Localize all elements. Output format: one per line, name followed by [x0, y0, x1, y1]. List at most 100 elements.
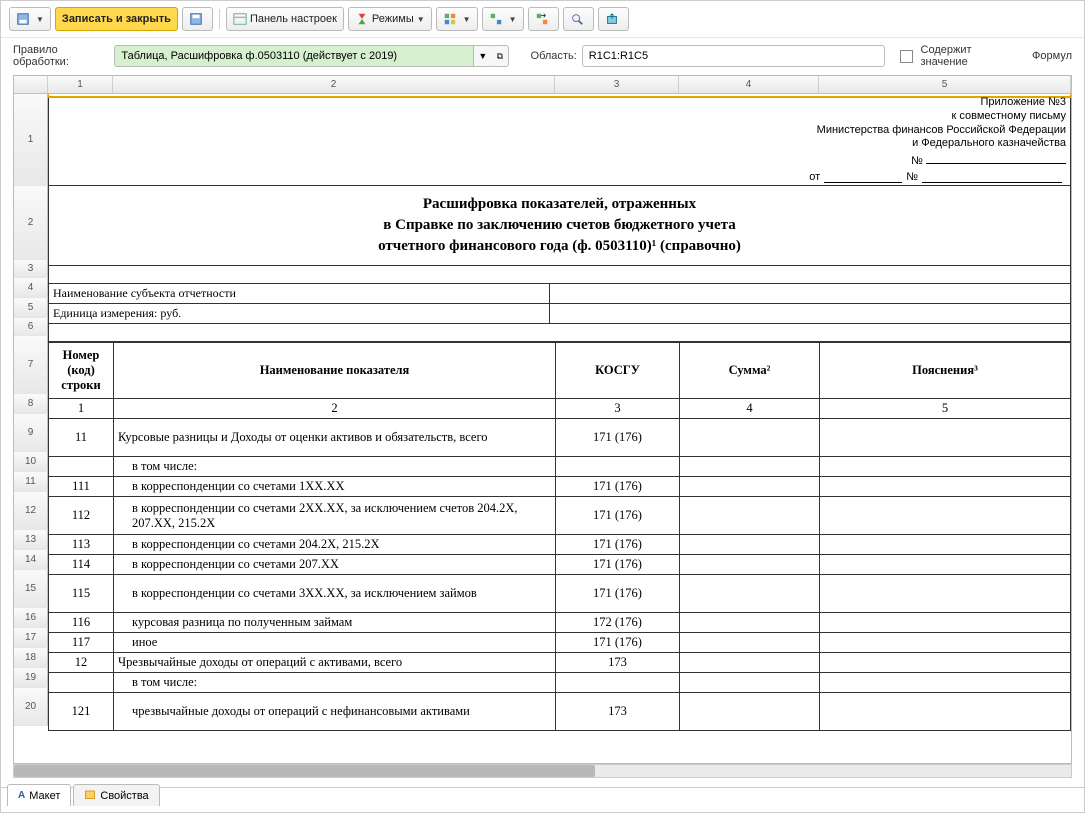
cell-kosgu[interactable]: 173 [556, 653, 680, 673]
cell-name[interactable]: Чрезвычайные доходы от операций с актива… [114, 653, 556, 673]
cell-sum[interactable] [680, 693, 820, 731]
row-header[interactable]: 2 [14, 186, 48, 260]
row-header[interactable]: 9 [14, 414, 48, 452]
cell-code[interactable] [49, 673, 114, 693]
cell-code[interactable]: 115 [49, 575, 114, 613]
cell-kosgu[interactable] [556, 457, 680, 477]
row-header[interactable]: 14 [14, 550, 48, 570]
tool-button-3[interactable] [528, 7, 559, 31]
rule-open-button[interactable]: ⧉ [491, 45, 509, 67]
save-close-button[interactable]: Записать и закрыть [55, 7, 178, 31]
cell-sum[interactable] [680, 535, 820, 555]
cell-name[interactable]: чрезвычайные доходы от операций с нефина… [114, 693, 556, 731]
cell-code[interactable]: 121 [49, 693, 114, 731]
row-header[interactable]: 5 [14, 298, 48, 318]
cell-sum[interactable] [680, 555, 820, 575]
cell-name[interactable]: в корреспонденции со счетами 207.XX [114, 555, 556, 575]
cell-notes[interactable] [820, 653, 1071, 673]
cell-kosgu[interactable]: 172 (176) [556, 613, 680, 633]
cell-name[interactable]: иное [114, 633, 556, 653]
cell-notes[interactable] [820, 673, 1071, 693]
cell-sum[interactable] [680, 497, 820, 535]
cell-code[interactable]: 114 [49, 555, 114, 575]
tab-props[interactable]: Свойства [73, 784, 159, 806]
cell-name[interactable]: в том числе: [114, 673, 556, 693]
cell-code[interactable] [49, 457, 114, 477]
cell-code[interactable]: 111 [49, 477, 114, 497]
area-field[interactable]: R1C1:R1C5 [582, 45, 885, 67]
col-header[interactable]: 4 [679, 76, 819, 93]
tool-button-4[interactable] [563, 7, 594, 31]
cell-code[interactable]: 11 [49, 419, 114, 457]
cell-notes[interactable] [820, 693, 1071, 731]
tool-button-5[interactable] [598, 7, 629, 31]
modes-button[interactable]: Режимы▼ [348, 7, 432, 31]
tool-button-1[interactable]: ▼ [436, 7, 478, 31]
tab-layout[interactable]: A Макет [7, 784, 71, 806]
cell-name[interactable]: в корреспонденции со счетами 3XX.XX, за … [114, 575, 556, 613]
cell-name[interactable]: в корреспонденции со счетами 204.2X, 215… [114, 535, 556, 555]
row-header[interactable]: 6 [14, 318, 48, 336]
row-header[interactable]: 19 [14, 668, 48, 688]
cell-name[interactable]: в том числе: [114, 457, 556, 477]
col-header[interactable]: 1 [48, 76, 113, 93]
col-header[interactable]: 2 [113, 76, 555, 93]
cell-kosgu[interactable]: 173 [556, 693, 680, 731]
cell-code[interactable]: 12 [49, 653, 114, 673]
contains-value-checkbox[interactable] [900, 50, 912, 63]
cell-code[interactable]: 117 [49, 633, 114, 653]
cell-sum[interactable] [680, 477, 820, 497]
cell-notes[interactable] [820, 555, 1071, 575]
tool-button-2[interactable]: ▼ [482, 7, 524, 31]
cell-notes[interactable] [820, 535, 1071, 555]
col-header[interactable]: 5 [819, 76, 1071, 93]
cell-kosgu[interactable]: 171 (176) [556, 535, 680, 555]
row-header[interactable]: 1 [14, 94, 48, 186]
cell-kosgu[interactable]: 171 (176) [556, 555, 680, 575]
cell-kosgu[interactable]: 171 (176) [556, 633, 680, 653]
row-header[interactable]: 3 [14, 260, 48, 278]
save-button[interactable] [182, 7, 213, 31]
row-header[interactable]: 12 [14, 492, 48, 530]
cell-kosgu[interactable]: 171 (176) [556, 575, 680, 613]
corner-cell[interactable] [14, 76, 48, 93]
cell-sum[interactable] [680, 613, 820, 633]
cell-sum[interactable] [680, 673, 820, 693]
cell-notes[interactable] [820, 575, 1071, 613]
cell-code[interactable]: 116 [49, 613, 114, 633]
settings-panel-button[interactable]: Панель настроек [226, 7, 344, 31]
cell-sum[interactable] [680, 575, 820, 613]
rule-field[interactable]: Таблица, Расшифровка ф.0503110 (действуе… [114, 45, 474, 67]
row-header[interactable]: 17 [14, 628, 48, 648]
cells-area[interactable]: Приложение №3 к совместному письму Минис… [48, 94, 1071, 763]
cell-notes[interactable] [820, 633, 1071, 653]
cell-sum[interactable] [680, 653, 820, 673]
cell-sum[interactable] [680, 457, 820, 477]
cell-name[interactable]: Курсовые разницы и Доходы от оценки акти… [114, 419, 556, 457]
row-header[interactable]: 4 [14, 278, 48, 298]
cell-sum[interactable] [680, 419, 820, 457]
cell-code[interactable]: 112 [49, 497, 114, 535]
horizontal-scrollbar[interactable] [13, 764, 1072, 778]
cell-notes[interactable] [820, 613, 1071, 633]
cell-code[interactable]: 113 [49, 535, 114, 555]
scrollbar-thumb[interactable] [14, 765, 595, 777]
row-header[interactable]: 10 [14, 452, 48, 472]
row-header[interactable]: 11 [14, 472, 48, 492]
cell-name[interactable]: курсовая разница по полученным займам [114, 613, 556, 633]
save-dropdown-button[interactable]: ▼ [9, 7, 51, 31]
cell-notes[interactable] [820, 477, 1071, 497]
cell-sum[interactable] [680, 633, 820, 653]
row-header[interactable]: 16 [14, 608, 48, 628]
row-header[interactable]: 18 [14, 648, 48, 668]
row-header[interactable]: 8 [14, 394, 48, 414]
row-header[interactable]: 20 [14, 688, 48, 726]
cell-kosgu[interactable]: 171 (176) [556, 497, 680, 535]
row-header[interactable]: 15 [14, 570, 48, 608]
cell-name[interactable]: в корреспонденции со счетами 1XX.XX [114, 477, 556, 497]
cell-kosgu[interactable]: 171 (176) [556, 477, 680, 497]
cell-notes[interactable] [820, 497, 1071, 535]
row-header[interactable]: 13 [14, 530, 48, 550]
col-header[interactable]: 3 [555, 76, 679, 93]
cell-notes[interactable] [820, 419, 1071, 457]
